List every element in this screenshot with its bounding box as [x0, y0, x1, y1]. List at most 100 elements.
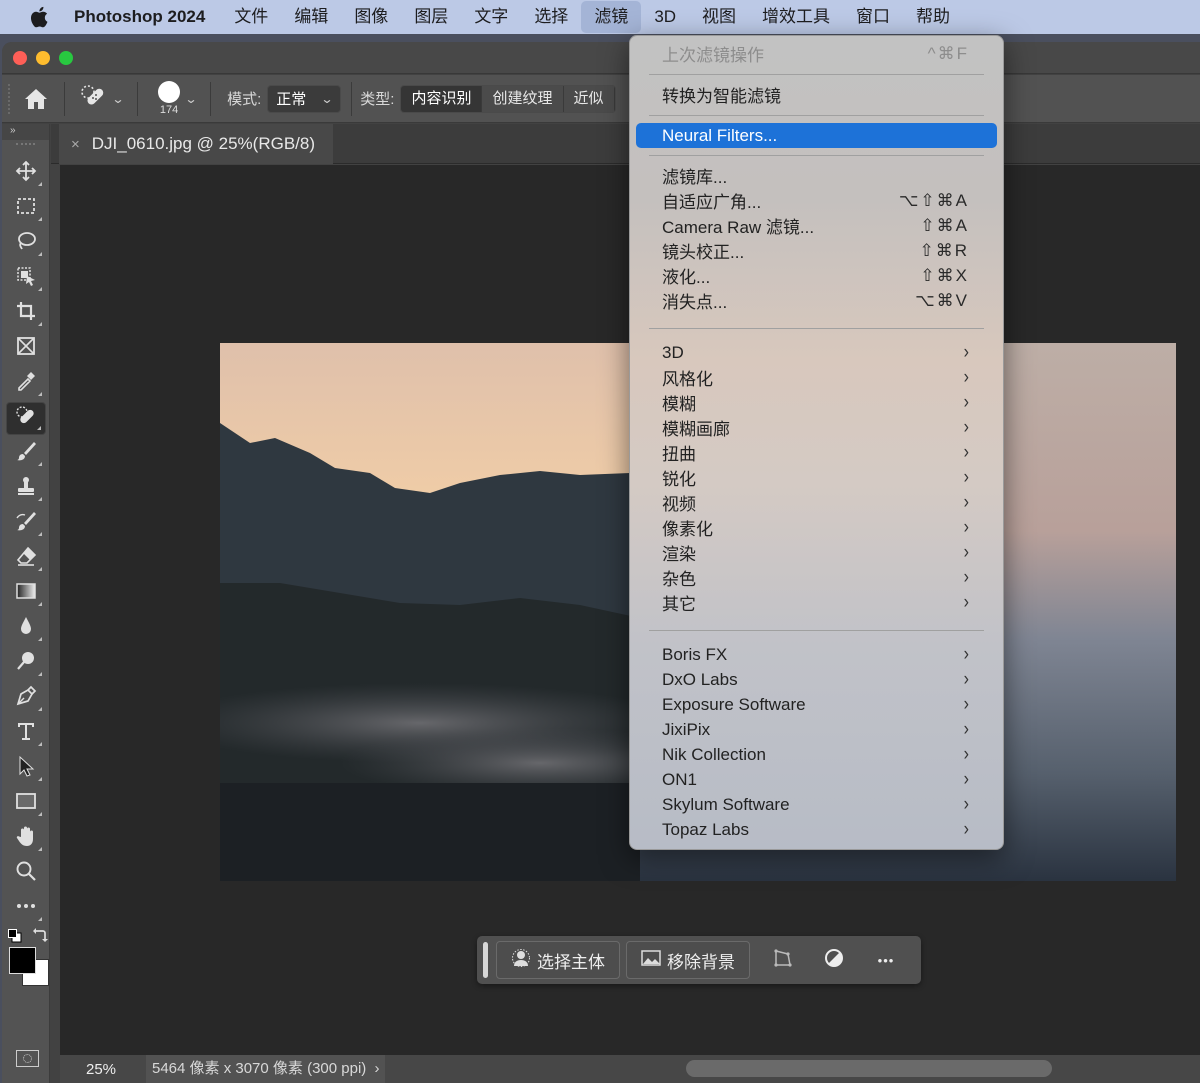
rectangle-tool[interactable] — [6, 787, 46, 820]
menu-item-boris-fx[interactable]: Boris FX › — [636, 642, 997, 667]
horizontal-scrollbar[interactable] — [686, 1060, 1052, 1077]
blur-tool[interactable] — [6, 612, 46, 645]
path-selection-tool[interactable] — [6, 752, 46, 785]
type-option-proximity-match[interactable]: 近似 — [563, 85, 615, 112]
menu-app-name[interactable]: Photoshop 2024 — [74, 1, 221, 33]
menu-item-camera-raw-filter[interactable]: Camera Raw 滤镜... ⇧⌘A — [636, 213, 997, 238]
menu-item-jixipix[interactable]: JixiPix › — [636, 717, 997, 742]
type-option-content-aware[interactable]: 内容识别 — [401, 85, 483, 112]
zoom-tool[interactable] — [6, 857, 46, 890]
options-bar-grip[interactable] — [8, 83, 16, 114]
select-subject-button[interactable]: 选择主体 — [496, 941, 620, 979]
close-tab-icon[interactable]: × — [71, 136, 80, 153]
menu-item-skylum-software[interactable]: Skylum Software › — [636, 792, 997, 817]
menu-item-label: 自适应广角... — [662, 193, 762, 212]
menu-item-noise[interactable]: 杂色 › — [636, 565, 997, 590]
lasso-tool[interactable] — [6, 227, 46, 260]
document-info[interactable]: 5464 像素 x 3070 像素 (300 ppi) › — [146, 1055, 386, 1083]
move-tool[interactable] — [6, 157, 46, 190]
menu-item-filter-gallery[interactable]: 滤镜库... — [636, 163, 997, 188]
history-brush-tool[interactable] — [6, 507, 46, 540]
menu-item-neural-filters[interactable]: Neural Filters... — [636, 123, 997, 148]
brush-picker[interactable]: 174 ⌄ — [146, 81, 198, 116]
menu-plugins[interactable]: 增效工具 — [749, 1, 843, 33]
menu-item-nik-collection[interactable]: Nik Collection › — [636, 742, 997, 767]
menu-item-pixelate[interactable]: 像素化 › — [636, 515, 997, 540]
zoom-level[interactable]: 25% — [60, 1061, 146, 1078]
menu-item-liquify[interactable]: 液化... ⇧⌘X — [636, 263, 997, 288]
transform-button[interactable] — [756, 941, 808, 979]
menu-item-adaptive-wide-angle[interactable]: 自适应广角... ⌥⇧⌘A — [636, 188, 997, 213]
gradient-icon — [15, 580, 37, 607]
apple-icon[interactable] — [28, 6, 50, 28]
menu-type[interactable]: 文字 — [461, 1, 521, 33]
menu-item-blur-gallery[interactable]: 模糊画廊 › — [636, 415, 997, 440]
menu-file[interactable]: 文件 — [221, 1, 281, 33]
menu-item-sharpen[interactable]: 锐化 › — [636, 465, 997, 490]
menu-item-vanishing-point[interactable]: 消失点... ⌥⌘V — [636, 288, 997, 313]
chevron-right-icon: › — [963, 566, 969, 588]
type-tool[interactable] — [6, 717, 46, 750]
spot-healing-brush-tool[interactable] — [6, 402, 46, 435]
menu-item-topaz-labs[interactable]: Topaz Labs › — [636, 817, 997, 842]
menu-item-label: 视频 — [662, 495, 696, 514]
remove-background-button[interactable]: 移除背景 — [626, 941, 750, 979]
foreground-color-swatch[interactable] — [9, 947, 36, 974]
menu-item-video[interactable]: 视频 › — [636, 490, 997, 515]
menu-item-dxo-labs[interactable]: DxO Labs › — [636, 667, 997, 692]
more-tools[interactable] — [6, 892, 46, 925]
menu-item-other[interactable]: 其它 › — [636, 590, 997, 615]
eyedropper-tool[interactable] — [6, 367, 46, 400]
menu-select[interactable]: 选择 — [521, 1, 581, 33]
menu-item-convert-smart-filters[interactable]: 转换为智能滤镜 — [636, 82, 997, 107]
object-selection-tool[interactable] — [6, 262, 46, 295]
tool-preset-picker[interactable]: ⌄ — [79, 84, 125, 114]
hand-tool[interactable] — [6, 822, 46, 855]
mode-select[interactable]: 正常 ⌄ — [267, 84, 342, 113]
menu-item-on1[interactable]: ON1 › — [636, 767, 997, 792]
brush-tool[interactable] — [6, 437, 46, 470]
menu-layer[interactable]: 图层 — [401, 1, 461, 33]
default-colors-icon[interactable] — [8, 929, 22, 948]
frame-tool[interactable] — [6, 332, 46, 365]
window-maximize-button[interactable] — [59, 51, 73, 65]
menu-item-distort[interactable]: 扭曲 › — [636, 440, 997, 465]
menu-item-blur[interactable]: 模糊 › — [636, 390, 997, 415]
quick-mask-button[interactable] — [16, 1050, 39, 1067]
menu-window[interactable]: 窗口 — [843, 1, 903, 33]
type-segmented-control: 内容识别 创建纹理 近似 — [400, 84, 616, 113]
chevron-right-icon: › — [963, 643, 969, 665]
menu-view[interactable]: 视图 — [689, 1, 749, 33]
type-option-create-texture[interactable]: 创建纹理 — [482, 85, 564, 112]
dodge-tool[interactable] — [6, 647, 46, 680]
shortcut-label: ⇧⌘A — [920, 215, 969, 235]
crop-tool[interactable] — [6, 297, 46, 330]
more-options-button[interactable]: ••• — [860, 941, 912, 979]
divider — [210, 81, 212, 116]
swap-colors-icon[interactable] — [32, 927, 48, 948]
eyedropper-icon — [15, 370, 37, 397]
menu-item-lens-correction[interactable]: 镜头校正... ⇧⌘R — [636, 238, 997, 263]
pen-tool[interactable] — [6, 682, 46, 715]
panel-grip[interactable] — [16, 143, 35, 151]
menu-item-render[interactable]: 渲染 › — [636, 540, 997, 565]
clone-stamp-tool[interactable] — [6, 472, 46, 505]
collapse-panel-button[interactable]: » — [2, 124, 49, 140]
document-tab[interactable]: × DJI_0610.jpg @ 25%(RGB/8) — [59, 124, 333, 164]
menu-item-stylize[interactable]: 风格化 › — [636, 365, 997, 390]
gradient-tool[interactable] — [6, 577, 46, 610]
menu-edit[interactable]: 编辑 — [281, 1, 341, 33]
eraser-tool[interactable] — [6, 542, 46, 575]
menu-3d[interactable]: 3D — [641, 1, 689, 33]
menu-item-exposure-software[interactable]: Exposure Software › — [636, 692, 997, 717]
window-minimize-button[interactable] — [36, 51, 50, 65]
window-close-button[interactable] — [13, 51, 27, 65]
adjustment-button[interactable] — [808, 941, 860, 979]
taskbar-drag-handle[interactable] — [483, 942, 488, 978]
menu-filter[interactable]: 滤镜 — [581, 1, 642, 33]
home-icon[interactable] — [16, 88, 56, 110]
menu-image[interactable]: 图像 — [341, 1, 401, 33]
menu-help[interactable]: 帮助 — [903, 1, 963, 33]
menu-item-3d[interactable]: 3D › — [636, 340, 997, 365]
marquee-tool[interactable] — [6, 192, 46, 225]
